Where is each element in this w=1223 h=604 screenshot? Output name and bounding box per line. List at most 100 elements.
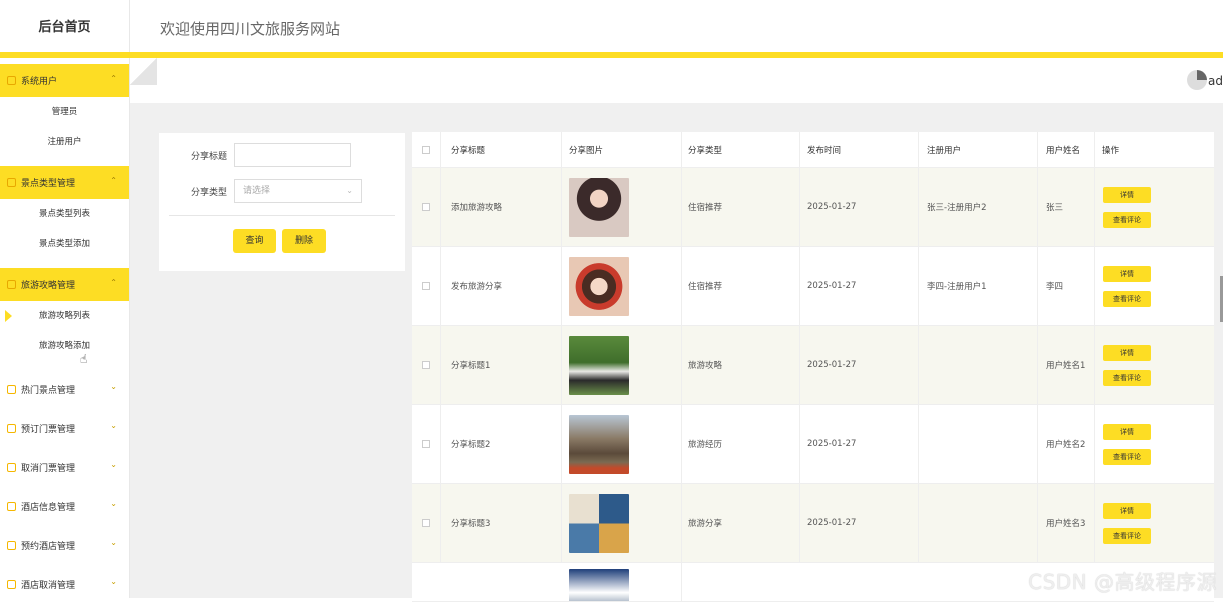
row-actions: 详情 查看评论 (1095, 326, 1214, 404)
publish-time: 2025-01-27 (800, 484, 919, 562)
share-type: 住宿推荐 (682, 168, 800, 246)
table-row: 分享标题2 旅游经历 2025-01-27 用户姓名2 详情 查看评论 (412, 405, 1214, 484)
menu-group-hotel-info[interactable]: 酒店信息管理 ⌄ (0, 487, 129, 526)
view-comments-button[interactable]: 查看评论 (1103, 290, 1151, 307)
row-checkbox[interactable] (422, 203, 430, 211)
account-name[interactable]: ad (1208, 74, 1223, 88)
menu-group-label: 热门景点管理 (21, 386, 76, 396)
chevron-down-icon: ⌄ (110, 538, 117, 547)
delete-button[interactable]: 删除 (282, 229, 326, 253)
sidebar-item-scenic-type-add[interactable]: 景点类型添加 (0, 229, 129, 259)
chevron-down-icon: ⌄ (110, 499, 117, 508)
view-comments-button[interactable]: 查看评论 (1103, 448, 1151, 465)
menu-group-label: 系统用户 (21, 77, 58, 87)
col-header: 发布时间 (800, 132, 919, 167)
registered-user (919, 405, 1038, 483)
chevron-down-icon: ⌄ (110, 421, 117, 430)
registered-user (919, 484, 1038, 562)
folder-icon (7, 178, 16, 187)
share-type: 旅游攻略 (682, 326, 800, 404)
share-image (569, 177, 629, 237)
row-checkbox[interactable] (422, 440, 430, 448)
sidebar: 后台首页 系统用户 ⌃ 管理员 注册用户 景点类型管理 ⌃ 景点类型列表 景点类… (0, 0, 130, 598)
select-all-checkbox[interactable] (422, 145, 430, 154)
admin-home-title[interactable]: 后台首页 (0, 0, 129, 56)
collapse-toggle[interactable] (130, 58, 157, 85)
share-title: 添加旅游攻略 (441, 168, 562, 246)
sidebar-item-scenic-type-list[interactable]: 景点类型列表 (0, 199, 129, 229)
sidebar-item-travel-guide-add[interactable]: 旅游攻略添加 (0, 331, 129, 361)
share-image (569, 493, 629, 553)
menu-group-hotel-booking[interactable]: 预约酒店管理 ⌄ (0, 526, 129, 565)
menu-group-ticket-booking[interactable]: 预订门票管理 ⌄ (0, 409, 129, 448)
tab-bar: ad (130, 58, 1223, 103)
col-header: 分享图片 (562, 132, 682, 167)
type-filter-label: 分享类型 (190, 188, 227, 198)
publish-time: 2025-01-27 (800, 247, 919, 325)
menu-group-label: 旅游攻略管理 (21, 281, 76, 291)
divider (169, 215, 395, 216)
row-checkbox[interactable] (422, 519, 430, 527)
menu-group-scenic-type[interactable]: 景点类型管理 ⌃ (0, 166, 129, 199)
user-name: 用户姓名1 (1038, 326, 1095, 404)
row-checkbox[interactable] (422, 361, 430, 369)
share-title: 分享标题1 (441, 326, 562, 404)
search-panel: 分享标题 分享类型 请选择 ⌄ 查询 删除 (159, 133, 405, 271)
menu-group-label: 酒店取消管理 (21, 581, 76, 591)
share-image (569, 569, 629, 601)
registered-user (919, 326, 1038, 404)
view-comments-button[interactable]: 查看评论 (1103, 527, 1151, 544)
detail-button[interactable]: 详情 (1103, 502, 1151, 519)
menu-group-label: 预订门票管理 (21, 425, 76, 435)
type-select[interactable]: 请选择 ⌄ (234, 179, 362, 203)
row-actions: 详情 查看评论 (1095, 484, 1214, 562)
registered-user: 李四-注册用户1 (919, 247, 1038, 325)
menu-group-hotel-cancel[interactable]: 酒店取消管理 ⌄ (0, 565, 129, 604)
row-select-cell (412, 484, 441, 562)
title-search-input[interactable] (234, 143, 351, 167)
view-comments-button[interactable]: 查看评论 (1103, 369, 1151, 386)
menu-group-travel-guide[interactable]: 旅游攻略管理 ⌃ (0, 268, 129, 301)
registered-user: 张三-注册用户2 (919, 168, 1038, 246)
user-name: 用户姓名3 (1038, 484, 1095, 562)
sidebar-item-registered-users[interactable]: 注册用户 (0, 127, 129, 157)
hand-cursor-icon: ☝ (80, 352, 88, 366)
sidebar-item-travel-guide-list[interactable]: 旅游攻略列表 (0, 301, 129, 331)
sidebar-item-label: 旅游攻略列表 (38, 311, 90, 321)
share-image-cell (562, 484, 682, 562)
query-button[interactable]: 查询 (233, 229, 276, 253)
menu-group-system-users[interactable]: 系统用户 ⌃ (0, 64, 129, 97)
share-type: 旅游分享 (682, 484, 800, 562)
chevron-down-icon: ⌄ (110, 577, 117, 586)
share-image-cell (562, 405, 682, 483)
detail-button[interactable]: 详情 (1103, 344, 1151, 361)
row-select-cell (412, 168, 441, 246)
chevron-up-icon: ⌃ (110, 176, 117, 185)
title-filter-label: 分享标题 (190, 152, 227, 162)
view-comments-button[interactable]: 查看评论 (1103, 211, 1151, 228)
chevron-down-icon: ⌄ (110, 382, 117, 391)
detail-button[interactable]: 详情 (1103, 186, 1151, 203)
share-title: 分享标题3 (441, 484, 562, 562)
row-select-cell (412, 326, 441, 404)
detail-button[interactable]: 详情 (1103, 265, 1151, 282)
row-select-cell (412, 247, 441, 325)
share-image-cell (562, 247, 682, 325)
folder-icon (7, 424, 16, 433)
chevron-up-icon: ⌃ (110, 74, 117, 83)
publish-time: 2025-01-27 (800, 405, 919, 483)
user-name: 李四 (1038, 247, 1095, 325)
menu-group-hot-spots[interactable]: 热门景点管理 ⌄ (0, 370, 129, 409)
share-image (569, 256, 629, 316)
row-actions: 详情 查看评论 (1095, 247, 1214, 325)
detail-button[interactable]: 详情 (1103, 423, 1151, 440)
publish-time: 2025-01-27 (800, 168, 919, 246)
avatar[interactable] (1187, 70, 1207, 90)
menu-group-ticket-cancel[interactable]: 取消门票管理 ⌄ (0, 448, 129, 487)
row-select-cell (412, 405, 441, 483)
menu-group-label: 景点类型管理 (21, 179, 76, 189)
col-header: 用户姓名 (1038, 132, 1095, 167)
sidebar-item-admins[interactable]: 管理员 (0, 97, 129, 127)
share-image-cell (562, 326, 682, 404)
row-checkbox[interactable] (422, 282, 430, 290)
